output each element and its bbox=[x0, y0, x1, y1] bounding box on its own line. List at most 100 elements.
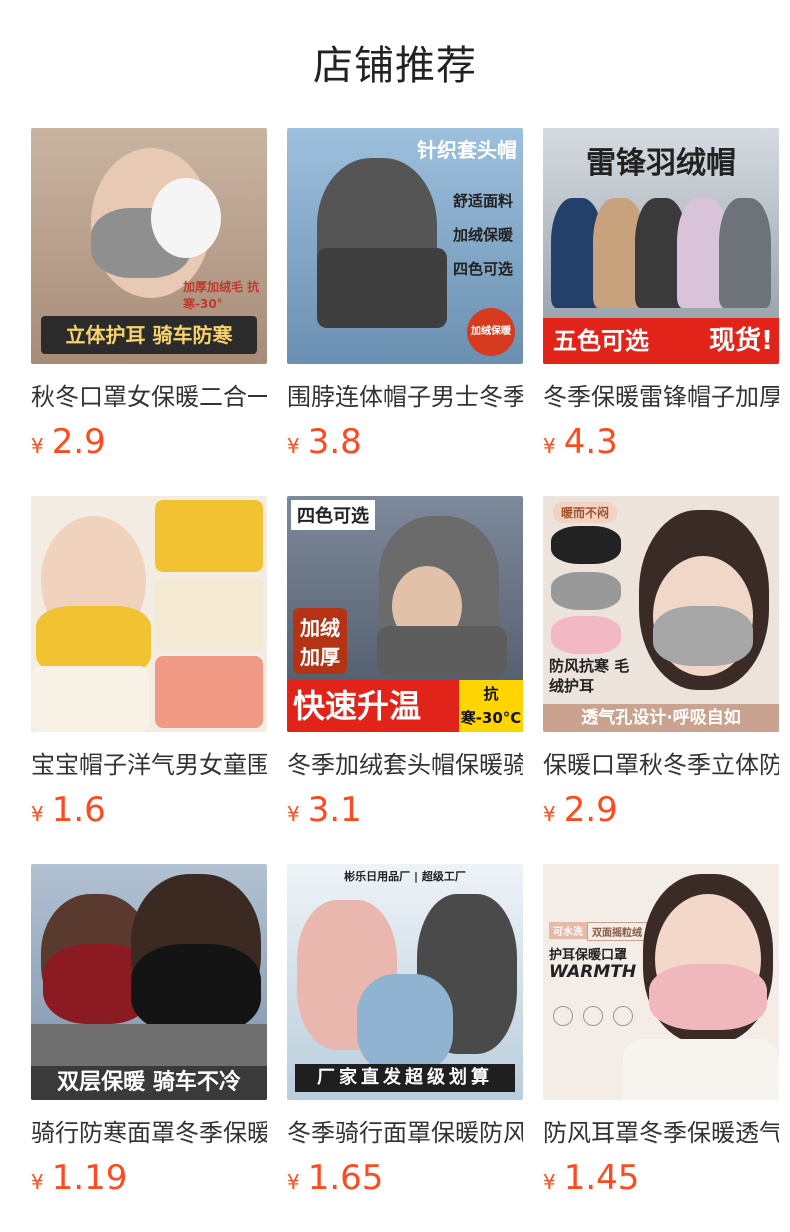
product-card[interactable]: 四色可选 加绒加厚 快速升温 抗寒-30°C 冬季加绒套头帽保暖骑车 ¥3.1 bbox=[287, 496, 523, 864]
image-top-text: 暖而不闷 bbox=[553, 502, 618, 523]
banner-left-text: 五色可选 bbox=[553, 327, 649, 355]
mask-shape bbox=[131, 944, 261, 1034]
image-word: WARMTH bbox=[549, 962, 637, 982]
price-value: 4.3 bbox=[563, 422, 618, 462]
image-line: 四色可选 bbox=[453, 260, 514, 278]
mask-swatch-black bbox=[551, 526, 621, 564]
earmuff-shape bbox=[151, 178, 221, 258]
image-banner: 双层保暖 骑车不冷 bbox=[31, 1066, 267, 1100]
scarf-shape bbox=[377, 626, 507, 676]
image-top-text: 雷锋羽绒帽 bbox=[586, 146, 736, 181]
product-image[interactable]: 雷锋羽绒帽 五色可选 现货! bbox=[543, 128, 779, 364]
currency-symbol: ¥ bbox=[31, 434, 44, 458]
feature-icon bbox=[583, 1006, 603, 1026]
banner-right-text: 现货! bbox=[709, 326, 773, 356]
product-price: ¥3.1 bbox=[287, 788, 523, 832]
scarf-shape bbox=[317, 248, 447, 328]
store-recommendation-page: 店铺推荐 加厚加绒毛 抗寒-30° 立体护耳 骑车防寒 秋冬口罩女保暖二合一 ¥… bbox=[0, 0, 790, 1232]
price-value: 1.19 bbox=[51, 1158, 128, 1198]
mask-swatch-grey bbox=[551, 572, 621, 610]
product-card[interactable]: 彬乐日用品厂 | 超级工厂 厂家直发超级划算 冬季骑行面罩保暖防风 ¥1.65 bbox=[287, 864, 523, 1232]
banner-left-text: 快速升温 bbox=[293, 687, 422, 725]
product-price: ¥2.9 bbox=[31, 420, 267, 464]
currency-symbol: ¥ bbox=[287, 1170, 300, 1194]
banner-right-text: 抗寒-30°C bbox=[459, 680, 523, 732]
feature-icon bbox=[553, 1006, 573, 1026]
page-title: 店铺推荐 bbox=[313, 43, 477, 89]
product-name[interactable]: 秋冬口罩女保暖二合一 bbox=[31, 380, 267, 414]
image-top-text: 四色可选 bbox=[291, 500, 375, 530]
image-banner: 五色可选 现货! bbox=[543, 318, 779, 364]
product-image[interactable]: 暖而不闷 防风抗寒 毛绒护耳 透气孔设计·呼吸自如 bbox=[543, 496, 779, 732]
product-image[interactable]: 针织套头帽 舒适面料 加绒保暖 四色可选 加绒保暖 bbox=[287, 128, 523, 364]
product-name[interactable]: 冬季加绒套头帽保暖骑车 bbox=[287, 748, 523, 782]
product-image[interactable]: 双层保暖 骑车不冷 bbox=[31, 864, 267, 1100]
image-tag: 双面摇粒绒 bbox=[587, 922, 647, 941]
price-value: 2.9 bbox=[563, 790, 618, 830]
image-banner: 快速升温 抗寒-30°C bbox=[287, 680, 523, 732]
product-card[interactable]: 雷锋羽绒帽 五色可选 现货! 冬季保暖雷锋帽子加厚 ¥4.3 bbox=[543, 128, 779, 496]
product-name[interactable]: 骑行防寒面罩冬季保暖 bbox=[31, 1116, 267, 1150]
product-image[interactable] bbox=[31, 496, 267, 732]
image-tag: 可水洗 bbox=[549, 922, 587, 939]
image-line: 加绒保暖 bbox=[453, 226, 514, 244]
product-name[interactable]: 保暖口罩秋冬季立体防风 bbox=[543, 748, 779, 782]
product-card[interactable]: 宝宝帽子洋气男女童围脖 ¥1.6 bbox=[31, 496, 267, 864]
price-value: 1.65 bbox=[307, 1158, 384, 1198]
product-name[interactable]: 围脖连体帽子男士冬季 bbox=[287, 380, 523, 414]
image-side-text: 加绒加厚 bbox=[293, 608, 347, 674]
product-image[interactable]: 四色可选 加绒加厚 快速升温 抗寒-30°C bbox=[287, 496, 523, 732]
product-card[interactable]: 加厚加绒毛 抗寒-30° 立体护耳 骑车防寒 秋冬口罩女保暖二合一 ¥2.9 bbox=[31, 128, 267, 496]
product-card[interactable]: 双层保暖 骑车不冷 骑行防寒面罩冬季保暖 ¥1.19 bbox=[31, 864, 267, 1232]
product-name[interactable]: 宝宝帽子洋气男女童围脖 bbox=[31, 748, 267, 782]
currency-symbol: ¥ bbox=[31, 802, 44, 826]
price-value: 1.45 bbox=[563, 1158, 640, 1198]
scarf-swatch-cream bbox=[155, 578, 263, 650]
product-price: ¥1.19 bbox=[31, 1156, 267, 1200]
sweater-shape bbox=[623, 1039, 779, 1100]
scarf-swatch-yellow bbox=[155, 500, 263, 572]
product-image[interactable]: 加厚加绒毛 抗寒-30° 立体护耳 骑车防寒 bbox=[31, 128, 267, 364]
image-banner: 立体护耳 骑车防寒 bbox=[41, 316, 257, 354]
price-value: 1.6 bbox=[51, 790, 106, 830]
price-value: 2.9 bbox=[51, 422, 106, 462]
product-name[interactable]: 冬季骑行面罩保暖防风 bbox=[287, 1116, 523, 1150]
mask-shape bbox=[649, 964, 767, 1030]
product-price: ¥4.3 bbox=[543, 420, 779, 464]
price-value: 3.1 bbox=[307, 790, 362, 830]
image-top-text: 针织套头帽 bbox=[417, 138, 517, 162]
image-mid-text: 防风抗寒 毛绒护耳 bbox=[549, 657, 630, 695]
image-title: 护耳保暖口罩 bbox=[549, 948, 628, 963]
currency-symbol: ¥ bbox=[543, 1170, 556, 1194]
product-card[interactable]: 暖而不闷 防风抗寒 毛绒护耳 透气孔设计·呼吸自如 保暖口罩秋冬季立体防风 ¥2… bbox=[543, 496, 779, 864]
currency-symbol: ¥ bbox=[31, 1170, 44, 1194]
image-badge: 加绒保暖 bbox=[467, 308, 515, 356]
product-card[interactable]: 针织套头帽 舒适面料 加绒保暖 四色可选 加绒保暖 围脖连体帽子男士冬季 ¥3.… bbox=[287, 128, 523, 496]
scarf-swatch-pink bbox=[155, 656, 263, 728]
product-card[interactable]: 可水洗 双面摇粒绒 护耳保暖口罩 WARMTH 防风耳罩冬季保暖透气 ¥1.45 bbox=[543, 864, 779, 1232]
product-price: ¥2.9 bbox=[543, 788, 779, 832]
product-image[interactable]: 彬乐日用品厂 | 超级工厂 厂家直发超级划算 bbox=[287, 864, 523, 1100]
product-price: ¥1.45 bbox=[543, 1156, 779, 1200]
image-note: 加厚加绒毛 抗寒-30° bbox=[183, 280, 260, 311]
coat-shape bbox=[31, 666, 149, 732]
currency-symbol: ¥ bbox=[287, 802, 300, 826]
currency-symbol: ¥ bbox=[543, 802, 556, 826]
currency-symbol: ¥ bbox=[287, 434, 300, 458]
model-figure bbox=[719, 198, 771, 308]
product-price: ¥1.6 bbox=[31, 788, 267, 832]
currency-symbol: ¥ bbox=[543, 434, 556, 458]
product-name[interactable]: 防风耳罩冬季保暖透气 bbox=[543, 1116, 779, 1150]
product-image[interactable]: 可水洗 双面摇粒绒 护耳保暖口罩 WARMTH bbox=[543, 864, 779, 1100]
product-price: ¥3.8 bbox=[287, 420, 523, 464]
image-line: 舒适面料 bbox=[453, 192, 514, 210]
image-top-text: 彬乐日用品厂 | 超级工厂 bbox=[344, 870, 466, 883]
mask-shape bbox=[653, 606, 753, 666]
product-price: ¥1.65 bbox=[287, 1156, 523, 1200]
image-banner: 厂家直发超级划算 bbox=[295, 1064, 515, 1092]
model-figure bbox=[357, 974, 453, 1074]
product-grid: 加厚加绒毛 抗寒-30° 立体护耳 骑车防寒 秋冬口罩女保暖二合一 ¥2.9 针… bbox=[31, 128, 779, 1232]
image-banner: 透气孔设计·呼吸自如 bbox=[543, 704, 779, 732]
product-name[interactable]: 冬季保暖雷锋帽子加厚 bbox=[543, 380, 779, 414]
feature-icon bbox=[613, 1006, 633, 1026]
